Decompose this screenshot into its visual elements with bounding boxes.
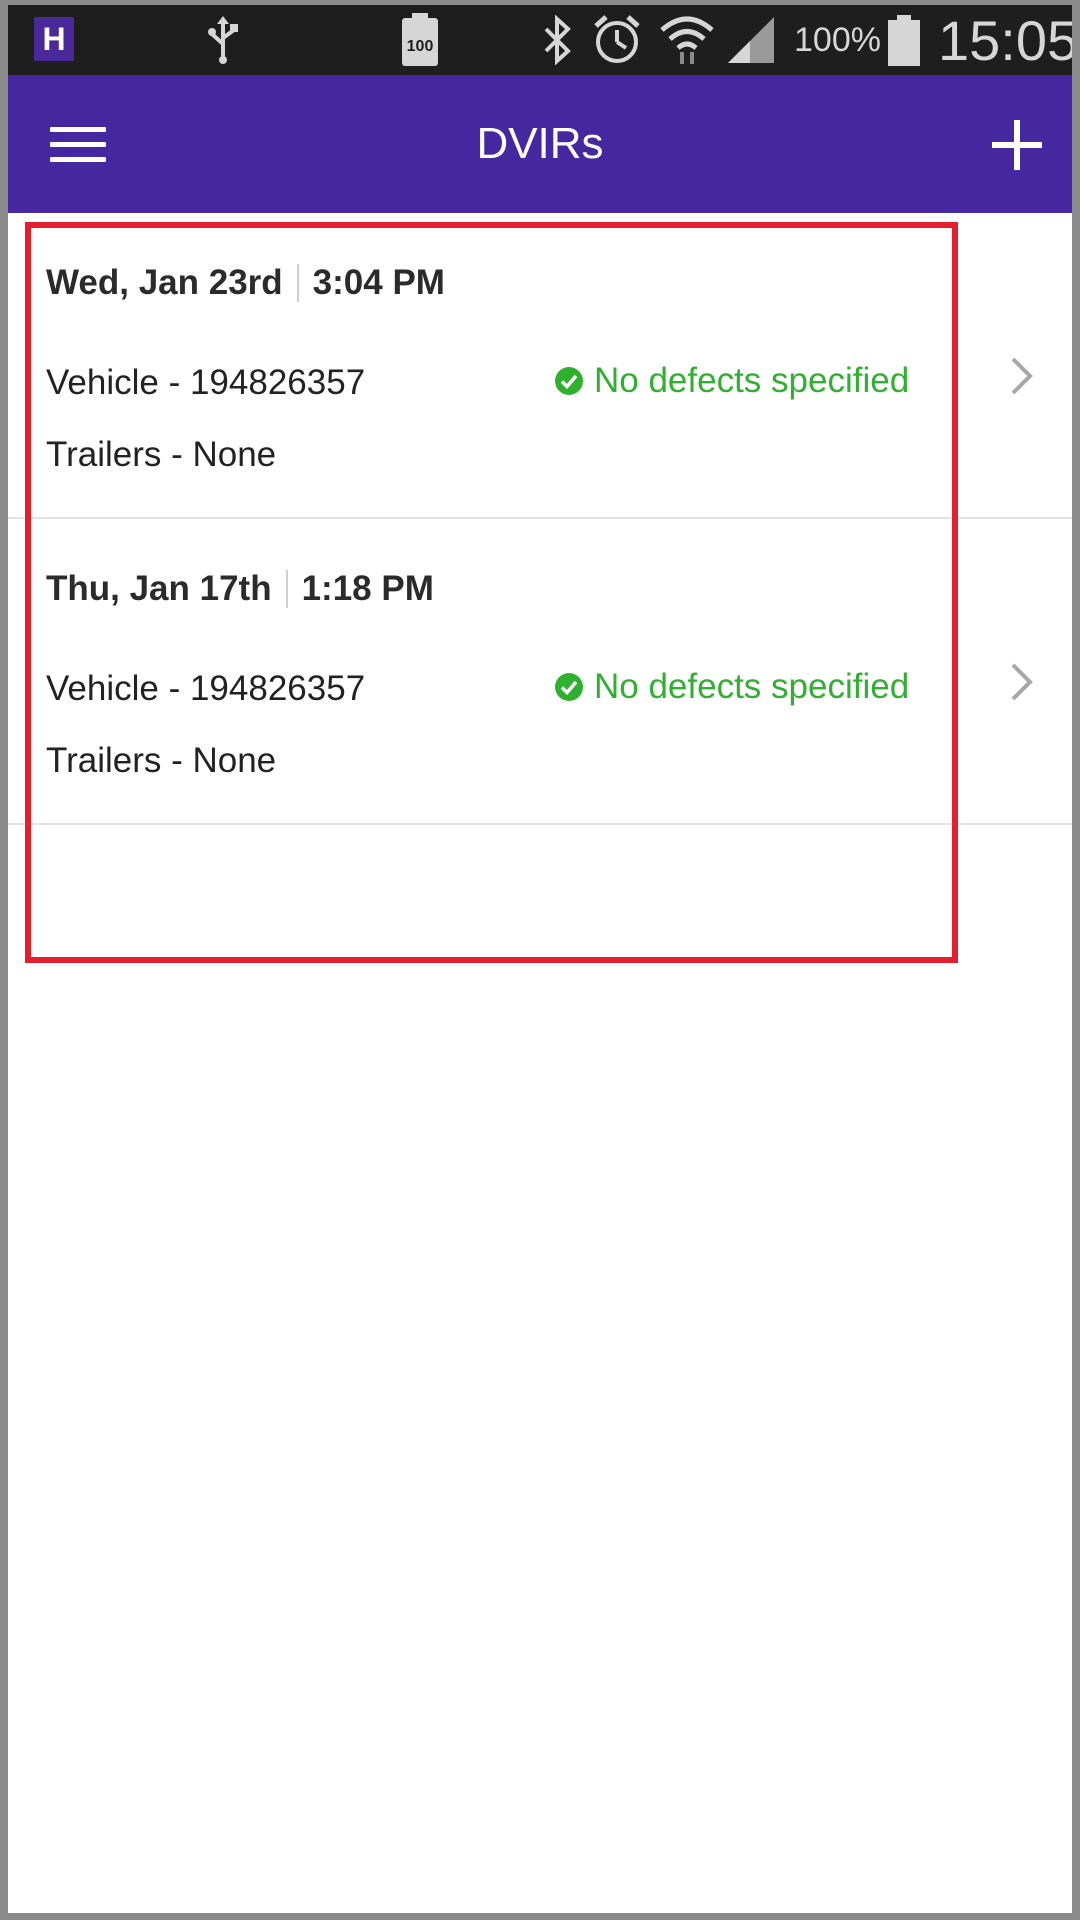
check-circle-icon (555, 367, 583, 395)
dvir-list-item[interactable]: Thu, Jan 17th 1:18 PM Vehicle - 19482635… (8, 519, 1072, 825)
dvir-status-text: No defects specified (594, 361, 910, 400)
dvir-status: No defects specified (554, 667, 909, 707)
dvir-status: No defects specified (554, 361, 909, 401)
chevron-right-icon (1011, 357, 1033, 395)
dvir-list: Wed, Jan 23rd 3:04 PM Vehicle - 19482635… (8, 213, 1072, 825)
signal-icon (726, 5, 776, 75)
add-dvir-button[interactable] (992, 117, 1048, 173)
plus-icon-vertical (1014, 120, 1020, 170)
dvir-trailers: Trailers - None (46, 435, 277, 474)
menu-icon-bar (50, 127, 106, 132)
dvir-time: 3:04 PM (312, 263, 445, 302)
usb-icon (206, 5, 240, 75)
dvir-status-text: No defects specified (594, 667, 910, 706)
app-notification-icon: H (34, 17, 74, 61)
menu-icon-bar (50, 157, 106, 162)
dvir-vehicle: Vehicle - 194826357 (46, 669, 366, 708)
dvir-date: Wed, Jan 23rd (46, 263, 283, 302)
datetime-divider (296, 264, 299, 302)
dvir-datetime: Wed, Jan 23rd 3:04 PM (46, 263, 445, 303)
status-bar: H 100 100% 15:05 (8, 5, 1072, 75)
datetime-divider (285, 570, 288, 608)
battery-percent: 100% (794, 20, 881, 59)
battery-small-label: 100 (407, 38, 434, 55)
app-bar: DVIRs (8, 75, 1072, 213)
menu-icon-bar (50, 142, 106, 147)
alarm-icon (592, 5, 642, 75)
battery-100-icon: 100 (400, 5, 440, 75)
check-circle-icon (555, 673, 583, 701)
dvir-vehicle: Vehicle - 194826357 (46, 363, 366, 402)
menu-button[interactable] (50, 125, 106, 165)
dvir-list-item[interactable]: Wed, Jan 23rd 3:04 PM Vehicle - 19482635… (8, 213, 1072, 519)
dvir-time: 1:18 PM (301, 569, 434, 608)
clock: 15:05 (938, 8, 1072, 72)
dvir-date: Thu, Jan 17th (46, 569, 272, 608)
bluetooth-icon (540, 5, 574, 75)
wifi-icon (660, 5, 714, 75)
page-title: DVIRs (476, 119, 604, 168)
phone-screen: H 100 100% 15:05 DVIRs Wed, Jan 23rd 3:0… (8, 5, 1072, 1913)
chevron-right-icon (1011, 663, 1033, 701)
battery-icon (888, 5, 920, 75)
dvir-trailers: Trailers - None (46, 741, 277, 780)
dvir-datetime: Thu, Jan 17th 1:18 PM (46, 569, 434, 609)
